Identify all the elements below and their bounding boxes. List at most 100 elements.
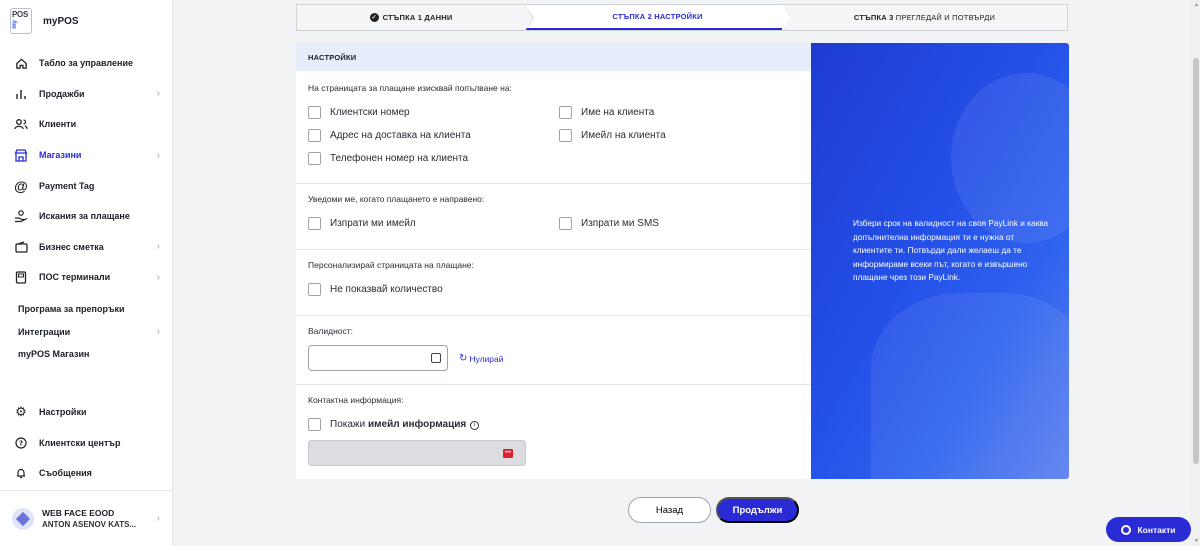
sidebar-item-label: Продажби [39, 88, 85, 99]
checkbox-label: Изпрати ми имейл [330, 218, 416, 229]
checkbox-customer-name[interactable]: Име на клиента [559, 106, 654, 119]
step-arrow [782, 5, 790, 31]
chevron-right-icon: › [156, 88, 160, 100]
users-icon [14, 117, 28, 131]
section-title: Валидност: [308, 326, 353, 336]
sidebar-item-label: Payment Tag [39, 180, 95, 191]
help-icon: ? [14, 436, 28, 450]
check-circle-icon: ✓ [369, 13, 379, 22]
checkbox[interactable] [308, 129, 321, 142]
checkbox[interactable] [308, 283, 321, 296]
step-2-settings[interactable]: СТЪПКА 2 НАСТРОЙКИ [525, 5, 791, 31]
chevron-right-icon: › [156, 326, 160, 338]
sidebar-item-payment-tag[interactable]: @ Payment Tag [0, 170, 172, 201]
sidebar-item-messages[interactable]: Съобщения [0, 458, 172, 489]
scrollbar-thumb[interactable] [1193, 58, 1199, 464]
sidebar-item-label: Съобщения [39, 468, 92, 479]
sidebar-item-stores[interactable]: Магазини › [0, 140, 172, 171]
sidebar-item-pos-terminals[interactable]: ПОС терминали › [0, 262, 172, 293]
promo-panel: Избери срок на валидност на своя PayLink… [811, 43, 1069, 479]
chat-icon [1121, 524, 1132, 535]
checkbox[interactable] [308, 217, 321, 230]
brand-name: myPOS [43, 15, 79, 27]
checkbox-label: Изпрати ми SMS [581, 218, 659, 229]
checkbox-label: Име на клиента [581, 107, 655, 118]
checkbox-label: Покажи имейл информация i [330, 419, 480, 430]
checkbox-send-sms[interactable]: Изпрати ми SMS [559, 217, 659, 230]
password-manager-icon[interactable]: ••• [503, 449, 513, 458]
validity-date-input[interactable] [308, 345, 448, 371]
brand[interactable]: POS my myPOS [10, 8, 79, 34]
step-label-bold: СТЪПКА 3 [853, 13, 894, 22]
checkbox-label: Не показвай количество [330, 284, 443, 295]
secondary-nav: Програма за препоръки Интеграции › myPOS… [0, 298, 172, 366]
sidebar-item-label: myPOS Магазин [18, 349, 90, 360]
checkbox[interactable] [559, 129, 572, 142]
sidebar-item-label: Магазини [39, 150, 82, 161]
scroll-down-icon[interactable]: ▼ [1194, 538, 1199, 544]
gear-icon: ⚙ [15, 404, 27, 420]
sidebar-item-label: Табло за управление [39, 58, 134, 69]
checkbox-hide-quantity[interactable]: Не показвай количество [308, 283, 443, 296]
chevron-right-icon: › [156, 241, 160, 253]
avatar [12, 507, 34, 530]
checkbox-delivery-address[interactable]: Адрес на доставка на клиента [308, 129, 471, 142]
sidebar-item-dashboard[interactable]: Табло за управление [0, 48, 172, 79]
step-3-review[interactable]: СТЪПКА 3 ПРЕГЛЕДАЙ И ПОТВЪРДИ [782, 5, 1067, 30]
sidebar-item-label: Програма за препоръки [18, 304, 125, 315]
section-title: Персонализирай страницата на плащане: [308, 260, 474, 270]
sidebar-item-customers[interactable]: Клиенти [0, 109, 172, 140]
section-title: На страницата за плащане изисквай попълв… [308, 83, 512, 93]
account-user: ANTON ASENOV KATS... [42, 520, 137, 529]
bell-icon [14, 466, 28, 480]
checkbox-send-email[interactable]: Изпрати ми имейл [308, 217, 416, 230]
scroll-up-icon[interactable]: ▲ [1194, 2, 1199, 8]
checkbox-customer-number[interactable]: Клиентски номер [308, 106, 410, 119]
promo-photo-shape [871, 293, 1069, 479]
step-label-rest: ПРЕГЛЕДАЙ И ПОТВЪРДИ [893, 13, 996, 22]
account-switcher[interactable]: WEB FACE EOOD ANTON ASENOV KATS... › [0, 490, 172, 546]
stepper: ✓ СТЪПКА 1 ДАННИ СТЪПКА 2 НАСТРОЙКИ СТЪП… [296, 4, 1068, 31]
checkbox[interactable] [308, 152, 321, 165]
checkbox-customer-email[interactable]: Имейл на клиента [559, 129, 666, 142]
sidebar-item-label: Бизнес сметка [39, 241, 104, 252]
email-info-field[interactable]: ••• [308, 440, 526, 466]
refresh-icon: ↻ [459, 353, 468, 364]
sidebar-item-label: Настройки [39, 407, 87, 418]
sidebar-item-mypos-store[interactable]: myPOS Магазин [0, 343, 172, 366]
sidebar-item-label: Искания за плащане [39, 211, 130, 222]
section-title: Уведоми ме, когато плащането е направено… [308, 194, 485, 204]
step-label: СТЪПКА 1 ДАННИ [382, 13, 453, 22]
checkbox-label: Адрес на доставка на клиента [330, 130, 471, 141]
step-1-data[interactable]: ✓ СТЪПКА 1 ДАННИ [297, 5, 534, 31]
at-icon: @ [14, 177, 28, 194]
sidebar-item-settings[interactable]: ⚙ Настройки [0, 397, 172, 428]
reset-button[interactable]: ↻ Нулирай [459, 353, 504, 364]
sidebar-item-referral[interactable]: Програма за препоръки [0, 298, 172, 321]
contacts-chat-button[interactable]: Контакти [1106, 517, 1191, 542]
notify-section: Уведоми ме, когато плащането е направено… [296, 184, 811, 250]
calendar-icon[interactable] [431, 353, 441, 363]
chevron-right-icon: › [156, 513, 160, 524]
continue-button[interactable]: Продължи [716, 497, 799, 523]
checkbox-show-email[interactable]: Покажи имейл информация i [308, 418, 480, 431]
main-nav: Табло за управление Продажби › Клиенти М… [0, 48, 172, 293]
checkbox-phone-number[interactable]: Телефонен номер на клиента [308, 152, 468, 165]
step-label: СТЪПКА 2 НАСТРОЙКИ [612, 12, 703, 21]
customize-section: Персонализирай страницата на плащане: Не… [296, 250, 811, 316]
checkbox[interactable] [559, 217, 572, 230]
sidebar-item-integrations[interactable]: Интеграции › [0, 321, 172, 344]
sidebar-item-help-center[interactable]: ? Клиентски център [0, 428, 172, 459]
sidebar-item-business-account[interactable]: Бизнес сметка › [0, 232, 172, 263]
page-scrollbar[interactable]: ▲ ▼ [1191, 0, 1200, 546]
checkbox-label: Имейл на клиента [581, 130, 666, 141]
checkbox[interactable] [559, 106, 572, 119]
sidebar-item-sales[interactable]: Продажби › [0, 79, 172, 110]
checkbox[interactable] [308, 106, 321, 119]
back-button[interactable]: Назад [628, 497, 711, 523]
chevron-right-icon: › [156, 271, 160, 283]
checkbox[interactable] [308, 418, 321, 431]
sidebar-item-payment-requests[interactable]: Искания за плащане [0, 201, 172, 232]
bottom-nav: ⚙ Настройки ? Клиентски център Съобщения [0, 397, 172, 489]
reset-label: Нулирай [469, 353, 504, 364]
